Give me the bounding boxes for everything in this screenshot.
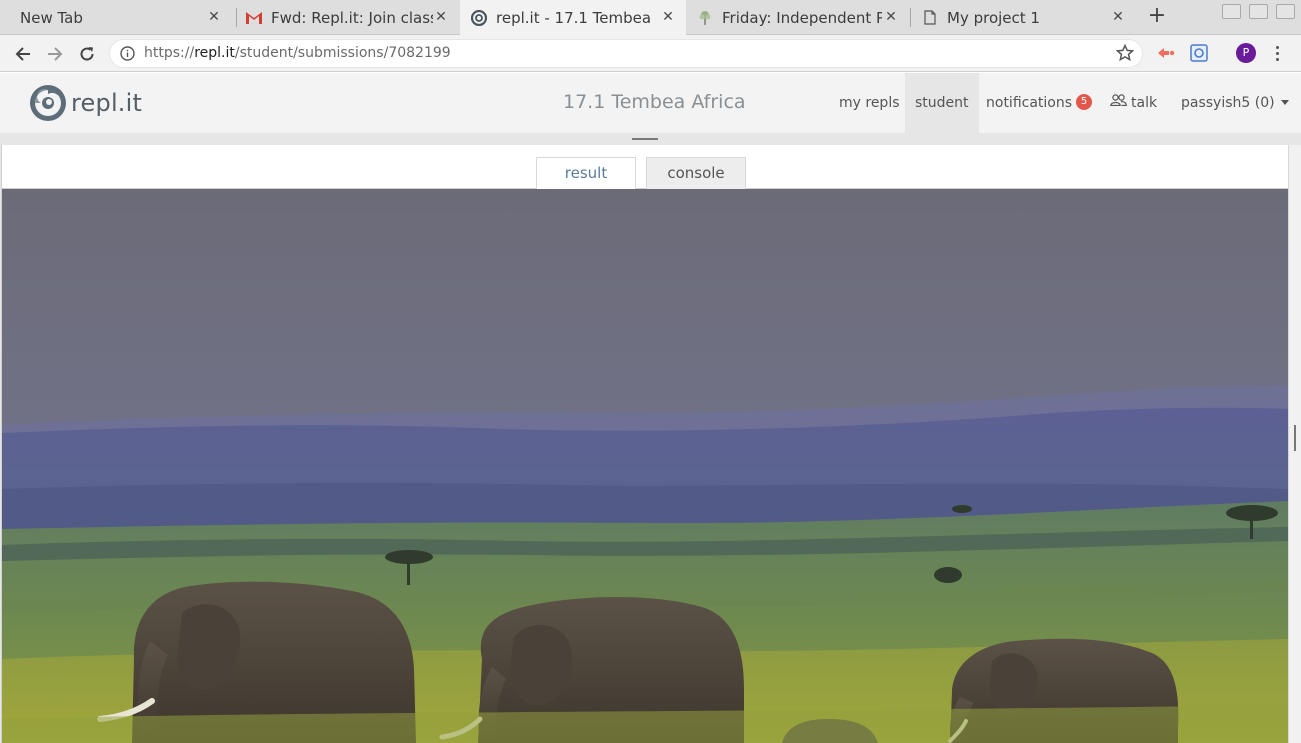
right-resize-gutter: [1288, 145, 1301, 743]
output-tabs: result console: [2, 145, 1289, 190]
forward-arrow-icon: [48, 47, 63, 61]
nav-my-repls[interactable]: my repls: [829, 73, 910, 133]
nav-talk[interactable]: talk: [1100, 73, 1167, 133]
url-text: https://repl.it/student/submissions/7082…: [144, 45, 451, 61]
nav-student[interactable]: student: [905, 73, 979, 133]
tab-title: Fwd: Repl.it: Join classr: [271, 8, 433, 27]
browser-tab-replit[interactable]: repl.it - 17.1 Tembea Afr ✕: [460, 0, 686, 35]
tab-title: My project 1: [947, 8, 1040, 27]
site-info-icon[interactable]: [120, 46, 135, 65]
project-title: 17.1 Tembea Africa: [563, 91, 746, 113]
close-window-button[interactable]: [1276, 4, 1295, 19]
profile-avatar[interactable]: P: [1236, 43, 1256, 63]
chevron-down-icon: [1280, 99, 1289, 105]
tab-result[interactable]: result: [536, 157, 636, 190]
nav-talk-label: talk: [1131, 95, 1158, 111]
nav-notifications-label: notifications: [986, 95, 1073, 111]
reload-icon: [80, 47, 94, 61]
horizontal-resize-handle[interactable]: [632, 138, 658, 140]
replit-logo-icon: [30, 85, 66, 121]
replit-logo[interactable]: repl.it: [28, 83, 142, 123]
notification-count-badge: 5: [1076, 94, 1093, 110]
logo-wordmark: repl.it: [71, 89, 143, 117]
back-arrow-icon: [15, 47, 30, 61]
close-icon[interactable]: ✕: [206, 9, 222, 25]
close-icon[interactable]: ✕: [1110, 9, 1126, 25]
tab-title: Friday: Independent Pro: [722, 8, 882, 27]
tab-console[interactable]: console: [646, 157, 746, 189]
document-icon: [922, 10, 938, 26]
forward-button[interactable]: [43, 42, 67, 66]
close-icon[interactable]: ✕: [433, 9, 449, 25]
tab-title: New Tab: [20, 8, 83, 27]
user-menu[interactable]: passyish5 (0): [1171, 73, 1299, 133]
back-button[interactable]: [11, 42, 35, 66]
restore-window-button[interactable]: [1249, 4, 1268, 19]
minimize-window-button[interactable]: [1222, 4, 1241, 19]
url-path: /student/submissions/7082199: [234, 45, 451, 61]
address-bar[interactable]: https://repl.it/student/submissions/7082…: [109, 39, 1143, 68]
browser-tab-new-tab[interactable]: New Tab ✕: [0, 0, 232, 35]
close-icon[interactable]: ✕: [660, 9, 676, 25]
replit-favicon: [471, 9, 487, 26]
output-panel: result console: [1, 145, 1289, 743]
resize-band: [0, 133, 1301, 145]
savanna-elephants-image: [2, 189, 1289, 743]
gmail-icon: [246, 10, 262, 26]
extension-share-icon[interactable]: [1157, 44, 1175, 62]
extension-screencast-icon[interactable]: [1190, 44, 1208, 62]
new-tab-button[interactable]: +: [1145, 5, 1169, 29]
browser-tab-strip: New Tab ✕ Fwd: Repl.it: Join classr ✕ re…: [0, 0, 1301, 35]
browser-tab-friday[interactable]: Friday: Independent Pro ✕: [687, 0, 909, 35]
bookmark-star-icon[interactable]: [1115, 43, 1135, 66]
browser-tab-my-project[interactable]: My project 1 ✕: [912, 0, 1136, 35]
tree-favicon: [697, 10, 713, 26]
people-icon: [1110, 72, 1127, 132]
browser-toolbar: https://repl.it/student/submissions/7082…: [0, 35, 1301, 72]
replit-page: repl.it 17.1 Tembea Africa my repls stud…: [0, 73, 1301, 743]
browser-tab-gmail[interactable]: Fwd: Repl.it: Join classr ✕: [236, 0, 459, 35]
url-prefix: https://: [144, 45, 195, 61]
vertical-resize-handle[interactable]: [1294, 425, 1296, 451]
reload-button[interactable]: [75, 42, 99, 66]
user-menu-label: passyish5 (0): [1181, 95, 1275, 111]
tab-title: repl.it - 17.1 Tembea Afr: [496, 8, 656, 27]
browser-menu-icon[interactable]: [1270, 43, 1286, 63]
close-icon[interactable]: ✕: [883, 9, 899, 25]
nav-notifications[interactable]: notifications 5: [976, 73, 1102, 133]
url-host: repl.it: [194, 45, 235, 61]
site-header: repl.it 17.1 Tembea Africa my repls stud…: [0, 73, 1301, 133]
